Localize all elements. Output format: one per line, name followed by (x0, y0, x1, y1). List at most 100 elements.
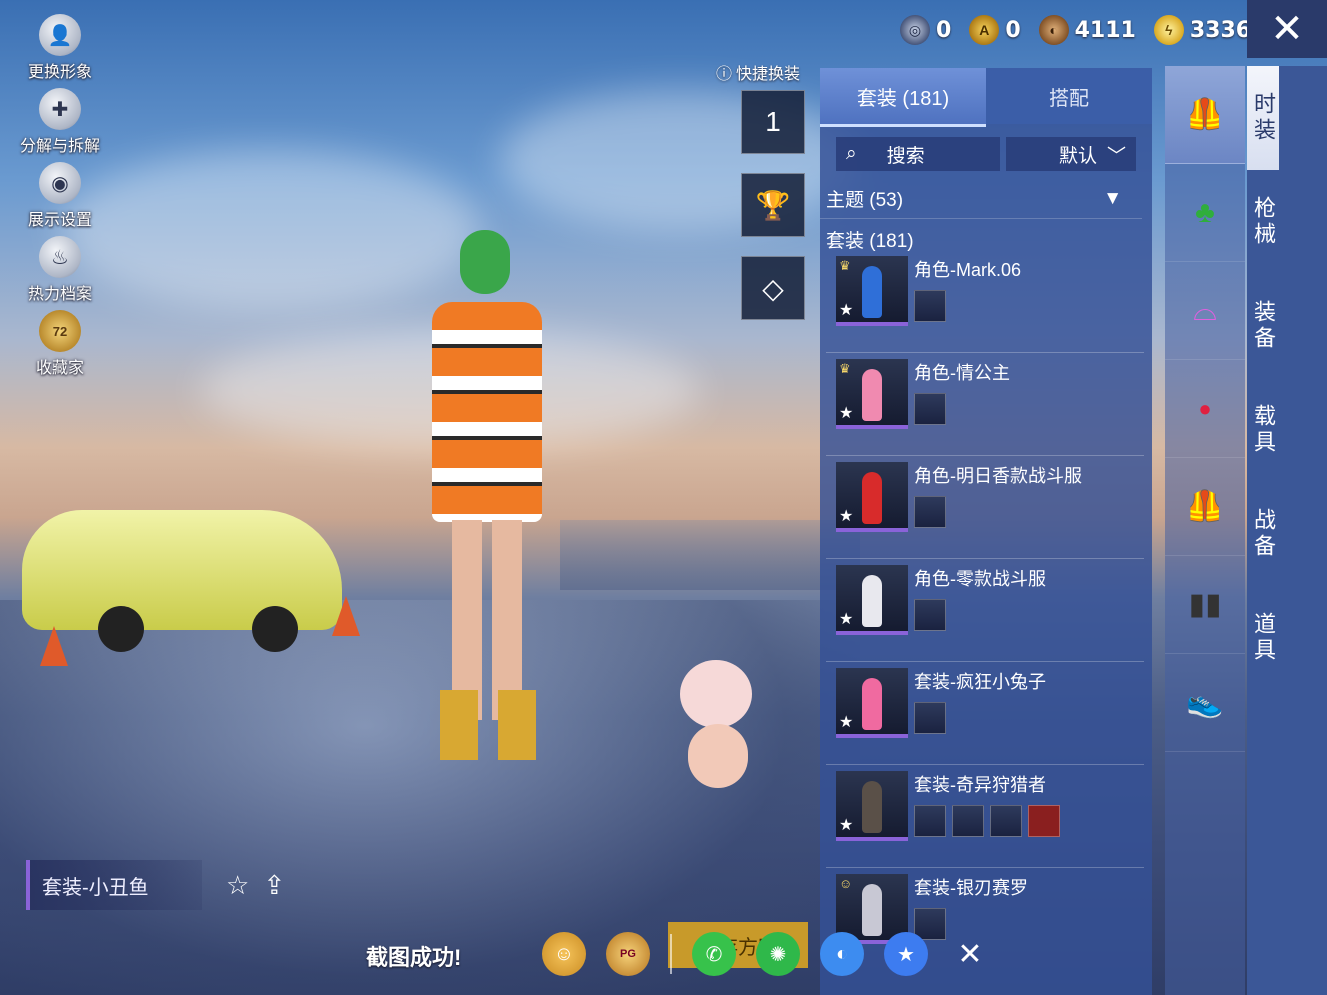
category-items[interactable]: 道具 (1247, 586, 1279, 690)
part-thumb[interactable] (914, 290, 946, 322)
part-thumb[interactable] (914, 805, 946, 837)
sort-dropdown[interactable]: 默认 ﹀ (1006, 137, 1136, 171)
close-share-icon[interactable]: ✕ (948, 932, 992, 976)
nav-heat-archive[interactable]: ♨ 热力档案 (14, 236, 106, 310)
quick-outfit-slot[interactable]: 1 (741, 90, 805, 154)
tab-outfits[interactable]: 套装 (181) (820, 68, 986, 124)
outfit-panel: 套装 (181) 搭配 ⌕ 搜索 默认 ﹀ 主题 (53) ▼ 套装 (181)… (820, 68, 1152, 995)
clown-nose-icon: ● (1198, 395, 1212, 421)
locked-diamond-slot[interactable]: ◇ (741, 256, 805, 320)
item-parts (914, 290, 946, 322)
character-head (460, 230, 510, 294)
currency-bar: ◎ 0 A 0 ◐ 4111 ϟ 333657 (900, 10, 1296, 50)
figure (862, 575, 882, 627)
outfit-list: ♛ ★ 角色-Mark.06 ♛ ★ 角色-情公主 ★ 角色-明日香款战斗服 ★… (826, 250, 1144, 971)
part-thumb[interactable] (914, 702, 946, 734)
star-icon: ★ (839, 817, 854, 834)
part-thumb[interactable] (990, 805, 1022, 837)
gold-shoes-icon: 👟 (1186, 686, 1224, 719)
part-thumb[interactable] (914, 393, 946, 425)
figure (862, 369, 882, 421)
slot-outfit-2[interactable]: 🦺 (1165, 458, 1245, 556)
category-fashion[interactable]: 时装 (1247, 66, 1279, 170)
currency-value: 4111 (1074, 17, 1136, 43)
wechat-icon[interactable]: ✆ (692, 932, 736, 976)
nav-decompose[interactable]: ✚ 分解与拆解 (14, 88, 106, 162)
share-game-logo-icon[interactable]: PG (606, 932, 650, 976)
list-item[interactable]: ★ 角色-明日香款战斗服 (826, 456, 1144, 559)
nav-label: 更换形象 (27, 64, 92, 81)
outfit-actions: ☆ ⇪ (226, 870, 285, 901)
moments-icon[interactable]: ✺ (756, 932, 800, 976)
part-thumb[interactable] (914, 496, 946, 528)
tab-match[interactable]: 搭配 (986, 68, 1152, 124)
list-item[interactable]: ★ 角色-零款战斗服 (826, 559, 1144, 662)
currency-value: 0 (936, 17, 952, 43)
divider (670, 934, 672, 974)
quick-change-help[interactable]: ⓘ 快捷换装 (716, 60, 800, 84)
nav-collector[interactable]: 72 收藏家 (14, 310, 106, 384)
star-icon: ★ (839, 302, 854, 319)
item-name: 套装-奇异狩猎者 (914, 775, 1046, 795)
currency-gold[interactable]: A 0 (969, 15, 1021, 45)
category-equipment[interactable]: 装备 (1247, 274, 1279, 378)
locked-trophy-slot[interactable]: 🏆 (741, 173, 805, 237)
close-button[interactable]: ✕ (1247, 0, 1327, 58)
screenshot-toast: 截图成功! (366, 945, 462, 970)
share-avatar-icon[interactable]: ☺ (542, 932, 586, 976)
city-skyline (560, 520, 860, 590)
hanger-icon: 1 (765, 106, 781, 137)
theme-filter[interactable]: 主题 (53) ▼ (820, 179, 1142, 219)
category-gear[interactable]: 战备 (1247, 482, 1279, 586)
list-item[interactable]: ★ 套装-疯狂小兔子 (826, 662, 1144, 765)
outfit-icon: 🦺 (1186, 490, 1224, 523)
slot-visor[interactable]: ⌓ (1165, 262, 1245, 360)
help-icon: ⓘ (716, 66, 733, 83)
part-thumb[interactable] (914, 599, 946, 631)
qzone-icon[interactable]: ★ (884, 932, 928, 976)
car-wheel (252, 606, 298, 652)
figure (862, 678, 882, 730)
left-nav: 👤 更换形象 ✚ 分解与拆解 ◉ 展示设置 ♨ 热力档案 72 收藏家 (14, 14, 106, 384)
slot-nose[interactable]: ● (1165, 360, 1245, 458)
item-preview: ♛ ★ (836, 359, 908, 429)
currency-bronze[interactable]: ◐ 4111 (1038, 15, 1136, 45)
pants-icon: ▮▮ (1188, 588, 1222, 621)
character-outfit (432, 302, 542, 522)
figure (862, 884, 882, 936)
nav-display-settings[interactable]: ◉ 展示设置 (14, 162, 106, 236)
search-button[interactable]: ⌕ 搜索 (836, 137, 1000, 171)
currency-value: 0 (1005, 17, 1021, 43)
car[interactable] (22, 510, 342, 652)
sort-label: 默认 (1058, 145, 1097, 167)
cloud (500, 90, 860, 230)
slot-mask[interactable]: ♣ (1165, 164, 1245, 262)
player-character[interactable] (380, 230, 590, 770)
list-item[interactable]: ★ 套装-奇异狩猎者 (826, 765, 1144, 868)
nav-label: 展示设置 (27, 212, 92, 229)
qq-icon[interactable]: ◐ (820, 932, 864, 976)
share-icon[interactable]: ⇪ (263, 870, 285, 901)
quick-change-label: 快捷换装 (736, 66, 801, 83)
category-vehicles[interactable]: 载具 (1247, 378, 1279, 482)
slot-shoes[interactable]: 👟 (1165, 654, 1245, 752)
favorite-star-icon[interactable]: ☆ (226, 870, 249, 901)
item-parts (914, 702, 946, 734)
item-name: 角色-明日香款战斗服 (914, 466, 1082, 486)
outfit-name: 套装-小丑鱼 (42, 876, 149, 899)
list-item[interactable]: ♛ ★ 角色-Mark.06 (826, 250, 1144, 353)
currency-silver[interactable]: ◎ 0 (900, 15, 951, 45)
list-item[interactable]: ♛ ★ 角色-情公主 (826, 353, 1144, 456)
green-mask-icon: ♣ (1195, 195, 1215, 229)
nav-change-avatar[interactable]: 👤 更换形象 (14, 14, 106, 88)
close-icon: ✕ (1270, 7, 1304, 51)
flame-icon: ♨ (39, 236, 81, 278)
item-parts (914, 393, 946, 425)
part-thumb[interactable] (952, 805, 984, 837)
pet-companion[interactable] (676, 650, 760, 790)
slot-pants[interactable]: ▮▮ (1165, 556, 1245, 654)
slot-outfit[interactable]: 🦺 (1165, 66, 1245, 164)
category-guns[interactable]: 枪械 (1247, 170, 1279, 274)
diamond-lock-icon: ◇ (762, 272, 784, 304)
part-thumb[interactable] (1028, 805, 1060, 837)
